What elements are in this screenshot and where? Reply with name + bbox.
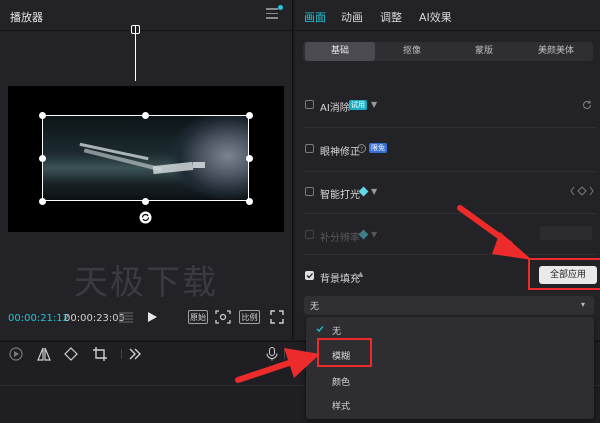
divider (303, 127, 596, 128)
notification-dot (278, 5, 283, 10)
bg-fill-select-value: 无 (310, 302, 320, 312)
highlight-box (317, 338, 372, 367)
super-res-select[interactable] (540, 226, 592, 240)
more-icon[interactable] (129, 348, 142, 360)
smart-light-label: 智能打光 (320, 190, 360, 201)
bg-fill-select[interactable]: 无 ▾ (304, 296, 594, 315)
resize-handle[interactable] (246, 155, 253, 162)
dropdown-option[interactable]: 无 (332, 324, 341, 337)
chevron-down-icon[interactable]: ▼ (371, 230, 377, 239)
resize-handle[interactable] (246, 112, 253, 119)
player-title: 播放器 (10, 11, 43, 24)
annotation-arrow (235, 348, 320, 383)
bg-fill-checkbox[interactable] (305, 271, 314, 280)
current-time: 00:00:21:12 (8, 313, 70, 324)
check-icon (316, 326, 324, 332)
divider (303, 254, 596, 255)
dropdown-option[interactable]: 颜色 (332, 375, 350, 388)
watermark: 天极下载 (74, 263, 218, 303)
tab-animation[interactable]: 动画 (341, 9, 363, 25)
chevron-down-icon[interactable]: ▼ (371, 187, 377, 196)
free-badge: 限免 (369, 143, 387, 153)
ai-remove-checkbox[interactable] (305, 100, 314, 109)
resize-handle[interactable] (39, 112, 46, 119)
chevron-down-icon[interactable]: ▼ (371, 100, 377, 109)
tab-picture[interactable]: 画面 (304, 9, 326, 25)
select-tool-icon[interactable] (9, 347, 23, 361)
reset-icon[interactable] (582, 100, 592, 110)
subtab-basic[interactable]: 基础 (305, 42, 375, 61)
help-icon[interactable]: ? (357, 144, 366, 153)
subtab-cutout[interactable]: 抠像 (377, 42, 447, 61)
crop-icon[interactable] (93, 347, 107, 361)
delete-icon[interactable] (64, 347, 78, 361)
subtab-mask[interactable]: 蒙版 (449, 42, 519, 61)
divider (303, 171, 596, 172)
original-ratio-button[interactable]: 原始 (188, 310, 208, 324)
play-icon[interactable] (146, 311, 158, 323)
divider (303, 213, 596, 214)
subtab-bar: 基础 抠像 蒙版 美颜美体 (303, 42, 593, 61)
ai-remove-label: AI消除 (320, 103, 350, 114)
video-frame[interactable] (42, 115, 249, 201)
eye-fix-label: 眼神修正 (320, 147, 360, 158)
grid-icon[interactable] (118, 311, 134, 323)
keyframe-nav-icon[interactable] (570, 186, 594, 196)
annotation-arrow (457, 205, 532, 260)
check-icon (306, 273, 313, 279)
eye-fix-checkbox[interactable] (305, 144, 314, 153)
chevron-down-icon: ▾ (581, 300, 586, 309)
tab-adjust[interactable]: 调整 (380, 9, 402, 25)
svg-text:?: ? (360, 146, 363, 153)
divider (295, 30, 600, 31)
resize-handle[interactable] (39, 155, 46, 162)
resize-handle[interactable] (246, 198, 253, 205)
smart-light-checkbox[interactable] (305, 187, 314, 196)
divider (121, 349, 122, 359)
super-res-label: 补分辨率 (320, 233, 360, 244)
total-time: 00:00:23:05 (64, 313, 126, 324)
bg-fill-label: 背景填充 (320, 274, 360, 285)
super-res-checkbox[interactable] (305, 230, 314, 239)
playhead[interactable] (135, 25, 136, 81)
apply-all-button[interactable]: 全部应用 (539, 266, 597, 284)
resize-handle[interactable] (142, 112, 149, 119)
divider (0, 30, 292, 31)
resize-handle[interactable] (142, 198, 149, 205)
resize-handle[interactable] (39, 198, 46, 205)
split-icon[interactable] (37, 347, 51, 361)
tab-ai-effects[interactable]: AI效果 (419, 9, 452, 25)
subtab-beauty[interactable]: 美颜美体 (521, 42, 591, 61)
rotate-icon[interactable] (139, 211, 152, 224)
trial-badge: 试用 (349, 100, 367, 110)
fit-icon[interactable] (215, 310, 231, 324)
fullscreen-icon[interactable] (270, 310, 284, 324)
chevron-up-icon[interactable]: ▲ (358, 270, 363, 278)
menu-icon[interactable] (266, 8, 278, 19)
ratio-button[interactable]: 比例 (239, 310, 260, 324)
dropdown-option[interactable]: 样式 (332, 399, 350, 412)
